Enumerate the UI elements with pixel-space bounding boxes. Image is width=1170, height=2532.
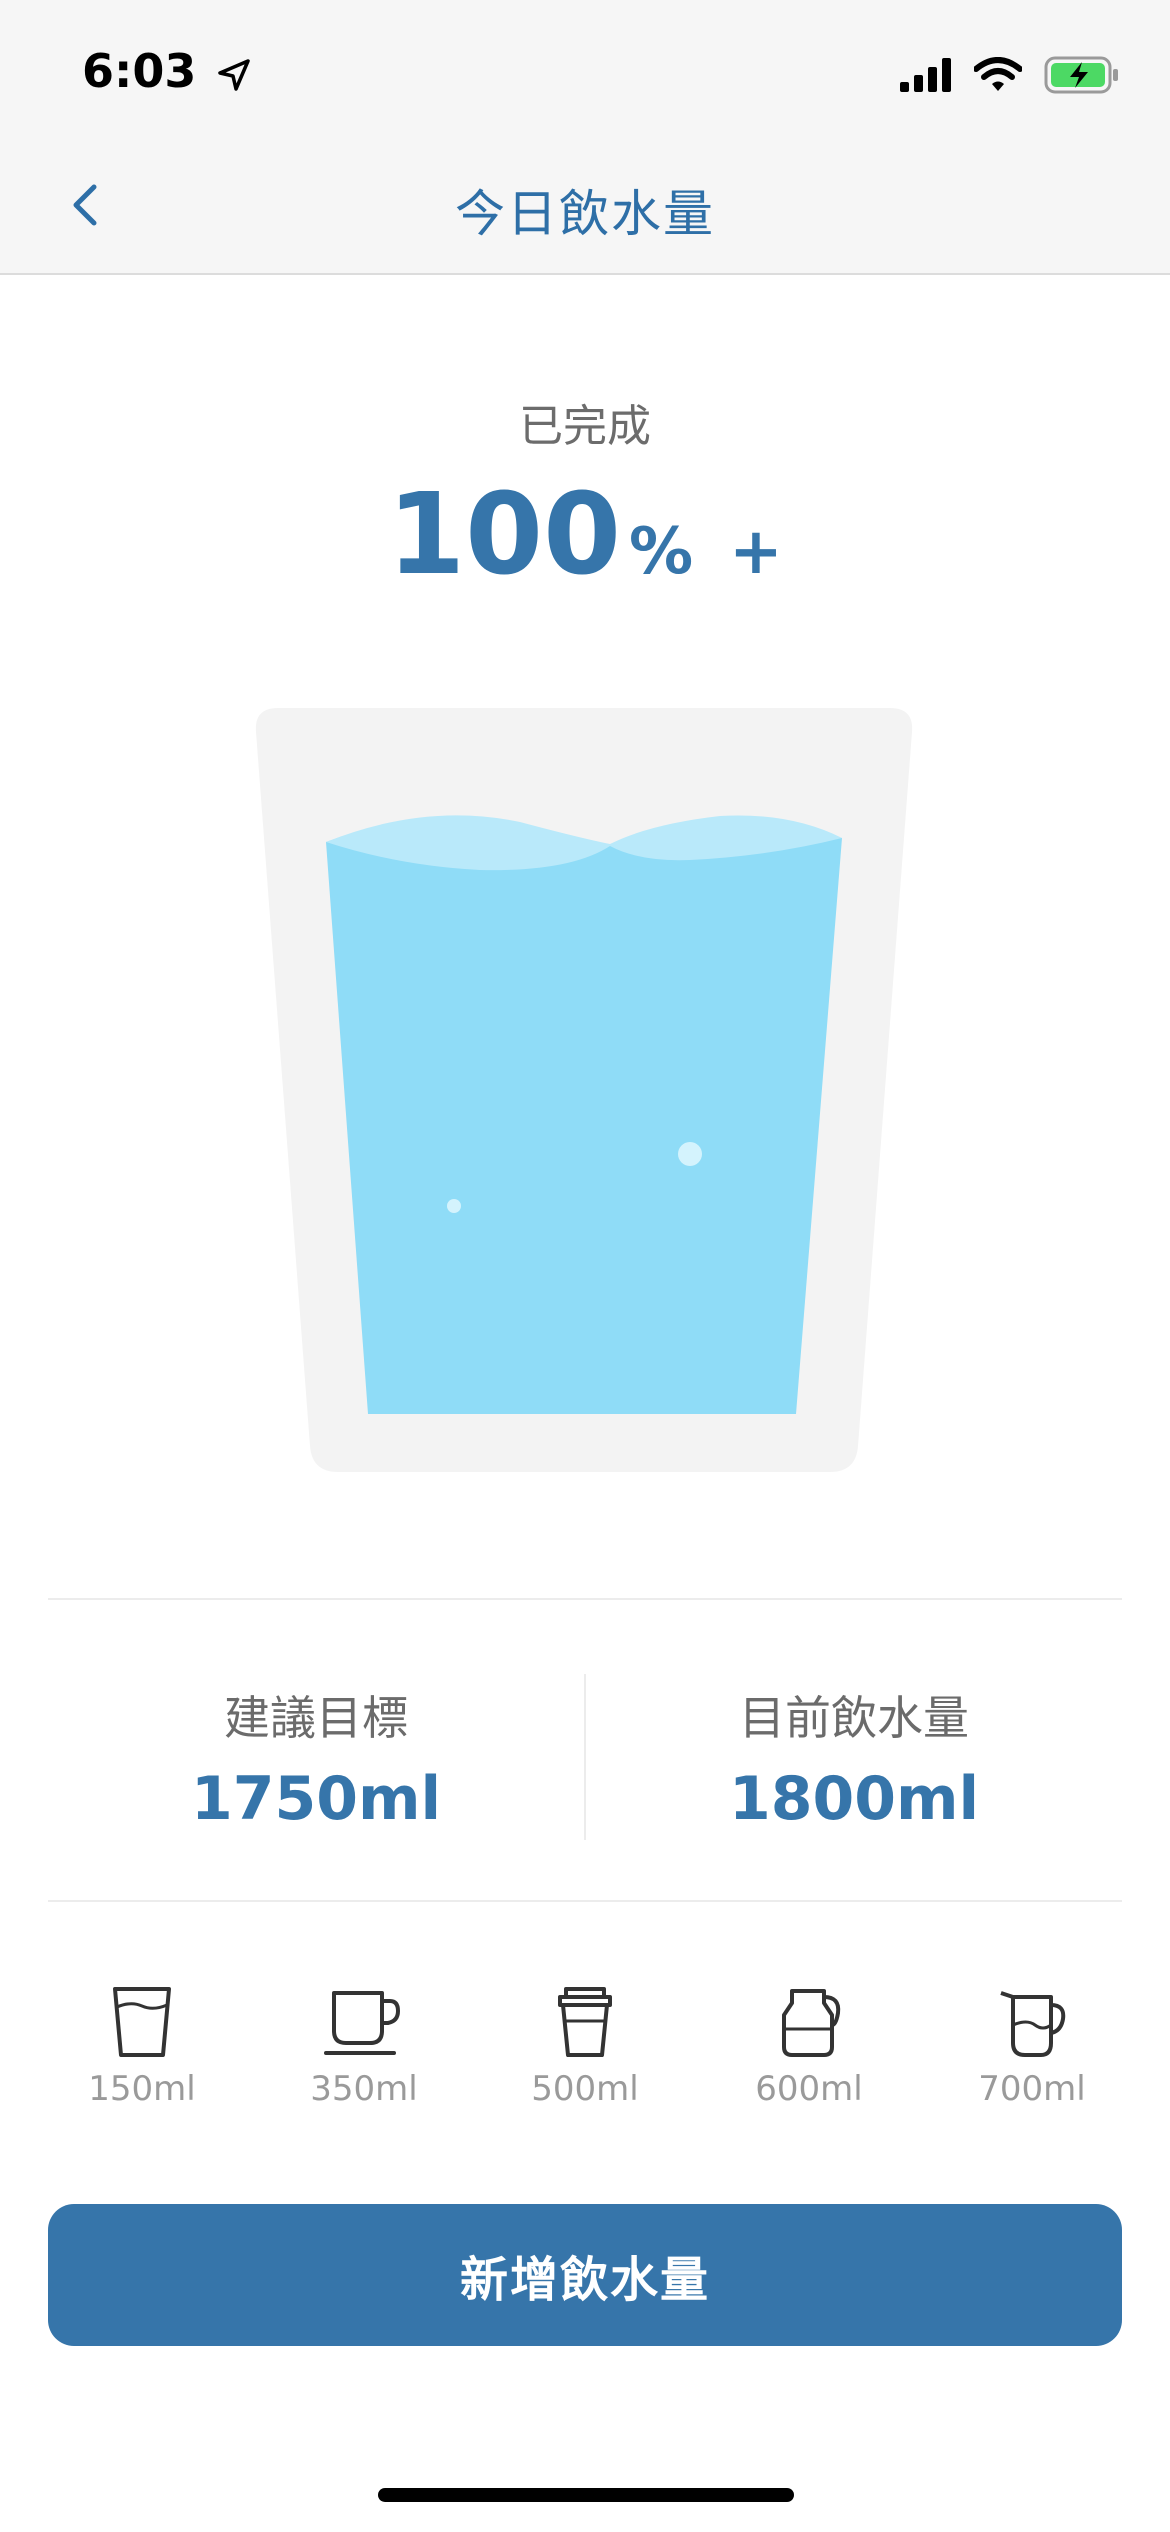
status-bar: 6:03 (0, 0, 1170, 140)
location-arrow-icon (218, 58, 251, 91)
progress-label: 已完成 (519, 401, 651, 452)
goal-label: 建議目標 (224, 1691, 408, 1745)
nav-bar: 今日飲水量 (0, 140, 1170, 275)
bubble (678, 1142, 702, 1166)
current-label: 目前飲水量 (739, 1691, 969, 1745)
divider-bottom (48, 1900, 1122, 1902)
progress-readout: 100 % + (0, 470, 1170, 600)
water-glass (250, 706, 920, 1476)
cup-option-150[interactable]: 150ml (52, 1985, 232, 2135)
cup-label: 700ml (978, 2069, 1086, 2109)
stats-panel: 建議目標 1750ml 目前飲水量 1800ml (48, 1602, 1122, 1902)
water-glass-illustration (255, 708, 913, 1472)
cup-option-600[interactable]: 600ml (719, 1985, 899, 2135)
bubble (447, 1199, 461, 1213)
cellular-signal-icon (900, 58, 951, 92)
progress-plus-indicator: + (729, 515, 783, 589)
page-title: 今日飲水量 (455, 185, 715, 243)
cup-label: 600ml (755, 2069, 863, 2109)
wifi-icon (974, 57, 1022, 91)
cup-option-700[interactable]: 700ml (942, 1985, 1122, 2135)
status-icons (900, 50, 1120, 100)
divider-top (48, 1598, 1122, 1600)
mug-icon (324, 1991, 401, 2055)
clock-text: 6:03 (82, 44, 197, 98)
current-value: 1800ml (728, 1764, 980, 1834)
glass-icon (113, 1987, 171, 2057)
goal-value: 1750ml (190, 1764, 442, 1834)
cup-size-options: 150ml 350ml 500ml 600ml 700ml (48, 1985, 1122, 2135)
pitcher-icon (1000, 1991, 1066, 2057)
progress-unit: % (629, 515, 694, 589)
cup-option-350[interactable]: 350ml (274, 1985, 454, 2135)
status-time: 6:03 (82, 44, 252, 98)
cup-label: 350ml (310, 2069, 418, 2109)
progress-percent: 100 (387, 470, 622, 600)
carafe-icon (782, 1989, 841, 2057)
home-indicator[interactable] (378, 2488, 794, 2502)
battery-charging-icon (1044, 56, 1118, 94)
water-fill (326, 819, 842, 1414)
cup-label: 500ml (531, 2069, 639, 2109)
goal-stat: 建議目標 1750ml (48, 1602, 584, 1902)
cup-option-500[interactable]: 500ml (495, 1985, 675, 2135)
cup-label: 150ml (88, 2069, 196, 2109)
current-stat: 目前飲水量 1800ml (586, 1602, 1122, 1902)
add-intake-button[interactable]: 新增飲水量 (48, 2204, 1122, 2346)
takeaway-cup-icon (558, 1987, 612, 2057)
